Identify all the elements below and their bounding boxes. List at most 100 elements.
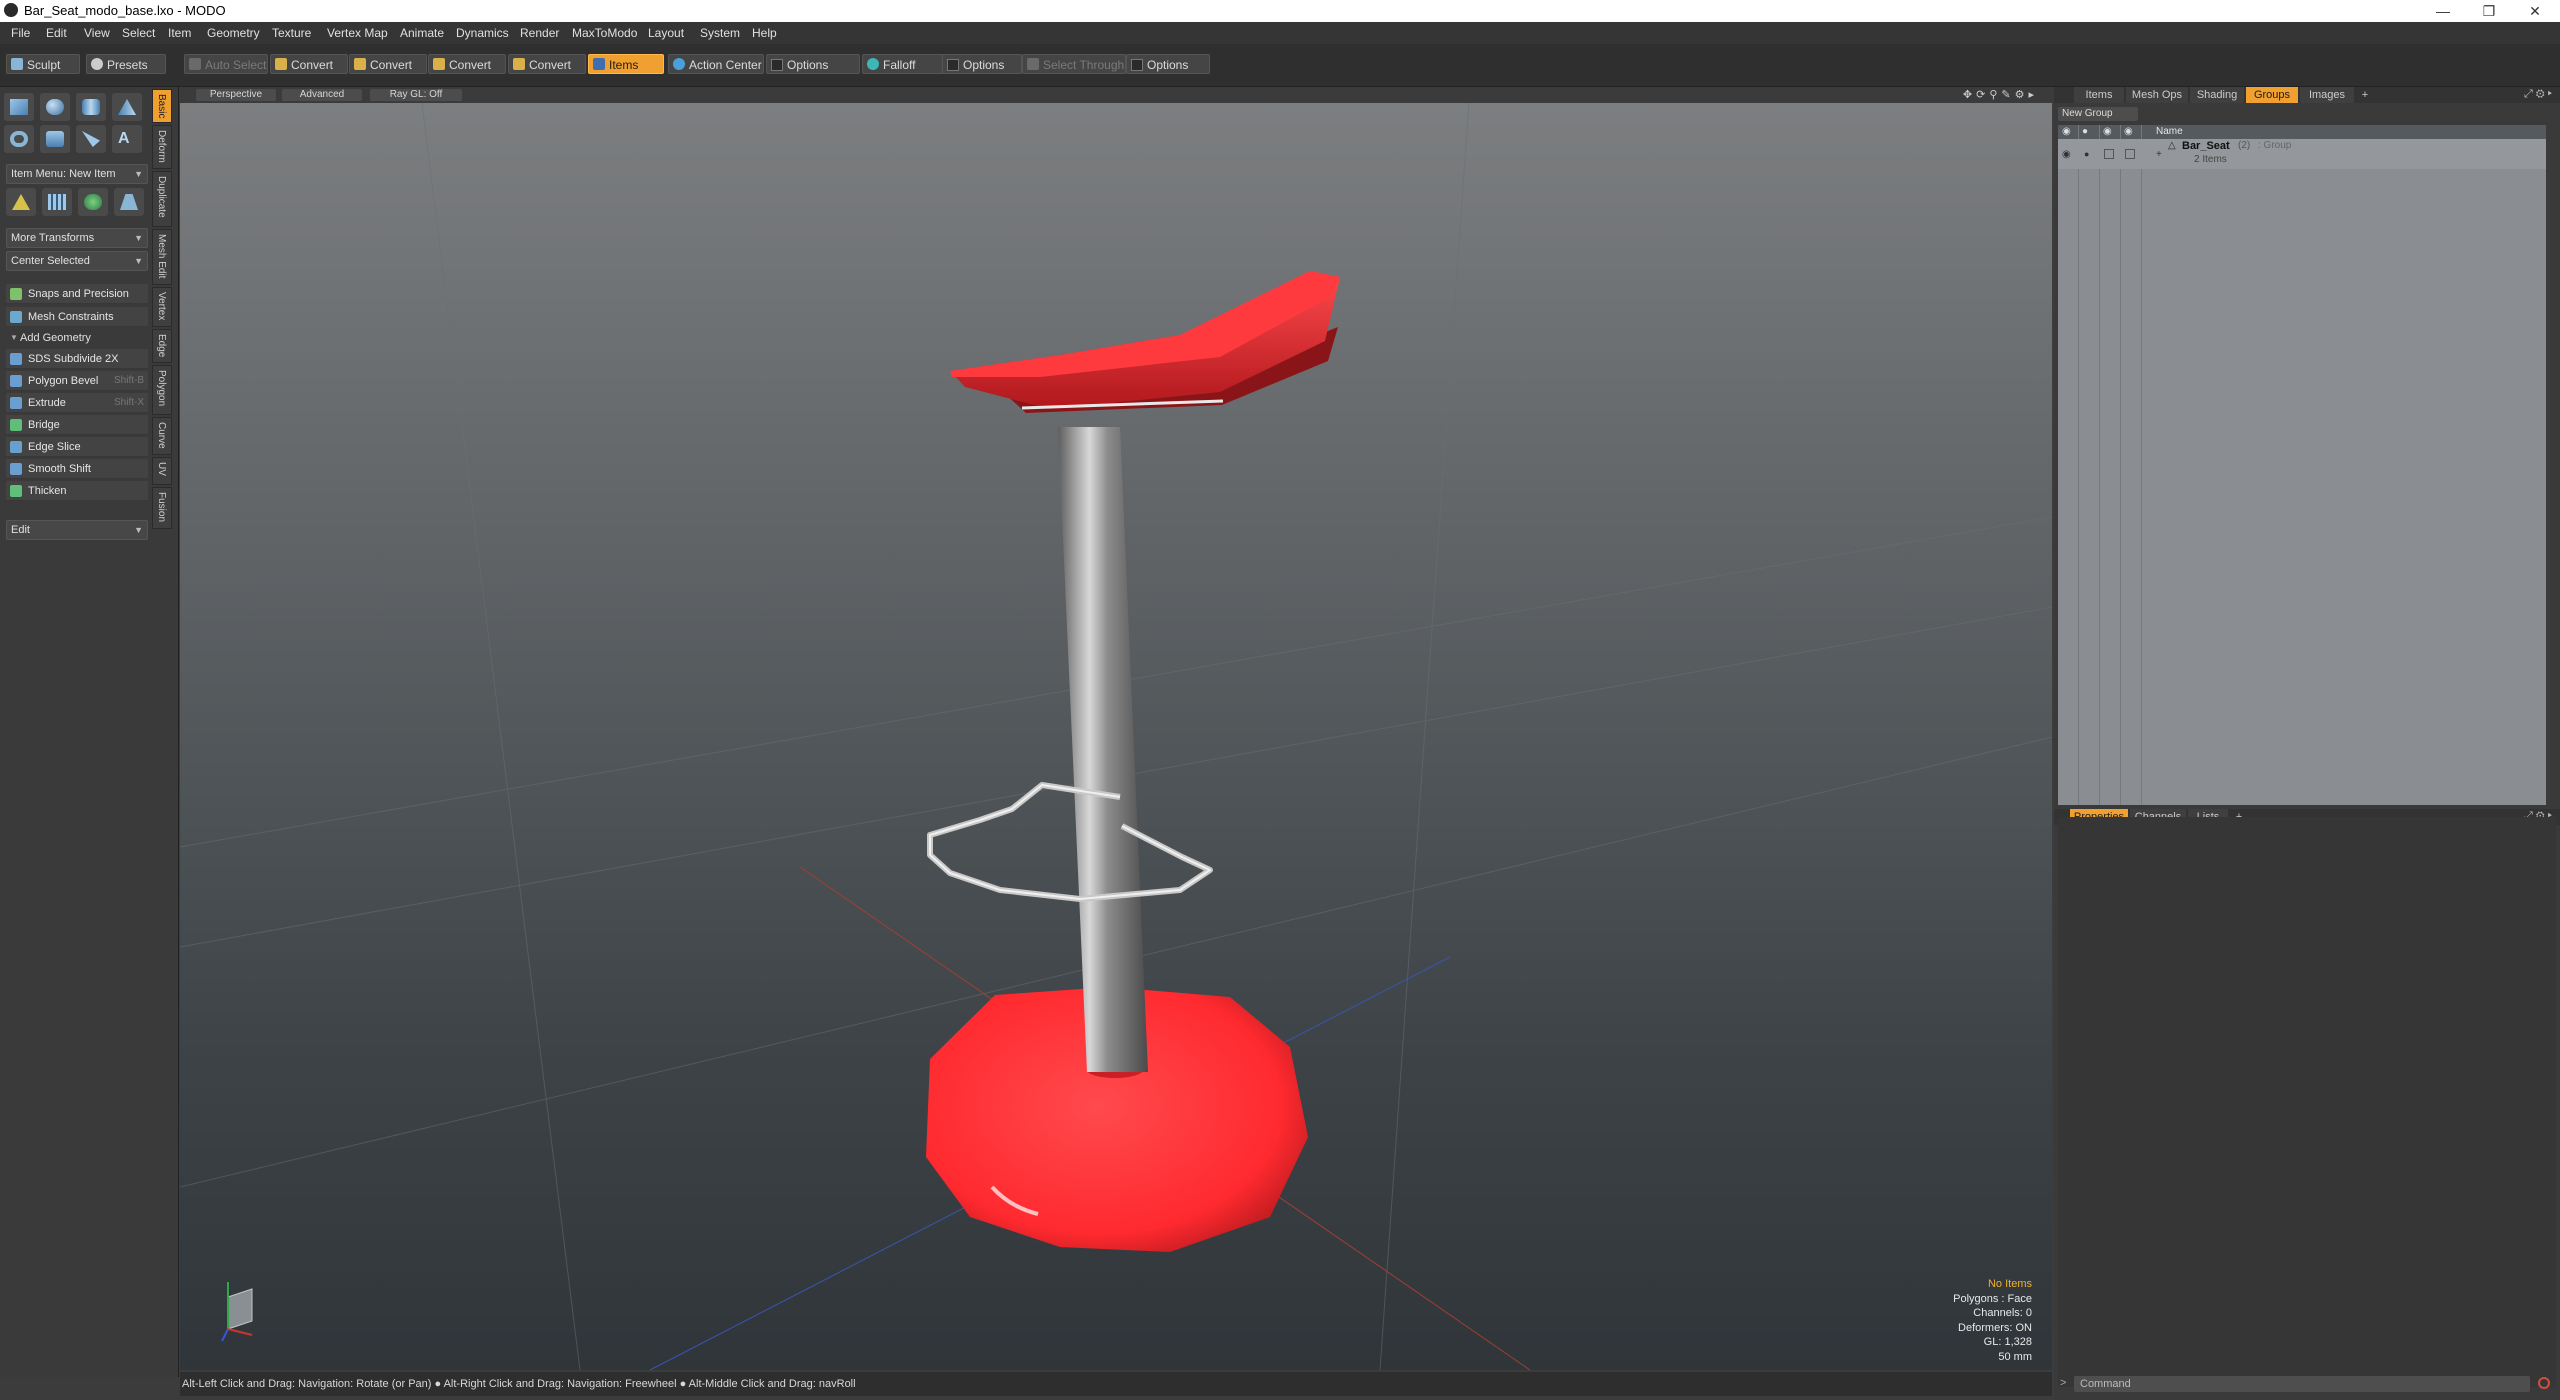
- group-list[interactable]: ◉ ● ◉ ◉ Name ◉ ● + △ Bar_Seat (2) : Grou…: [2058, 125, 2546, 805]
- tab-images[interactable]: Images: [2300, 87, 2354, 103]
- select-toggle-icon[interactable]: [2125, 149, 2135, 159]
- convert-materials-button[interactable]: Convert: [508, 54, 586, 74]
- sculpt-button[interactable]: Sculpt: [6, 54, 80, 74]
- panel-options-icon[interactable]: ⤢ ⚙ ▸: [2524, 88, 2552, 101]
- vtab-fusion[interactable]: Fusion: [152, 487, 172, 529]
- environment-button[interactable]: [78, 188, 108, 216]
- pen-button[interactable]: [76, 125, 106, 153]
- tool-label: Smooth Shift: [28, 463, 91, 475]
- text-button[interactable]: A: [112, 125, 142, 153]
- new-group-button[interactable]: New Group: [2058, 107, 2138, 121]
- tool-bridge[interactable]: Bridge: [6, 415, 148, 435]
- group-row-bar-seat[interactable]: ◉ ● + △ Bar_Seat (2) : Group 2 Items: [2058, 139, 2546, 169]
- raygl-button[interactable]: Ray GL: Off: [370, 89, 462, 101]
- command-input[interactable]: Command: [2074, 1376, 2530, 1392]
- convert-vertices-button[interactable]: Convert: [270, 54, 348, 74]
- tab-items[interactable]: Items: [2074, 87, 2124, 103]
- item-menu-label: Item Menu: New Item: [11, 168, 116, 180]
- tool-sds-subdivide[interactable]: SDS Subdivide 2X: [6, 349, 148, 369]
- menu-render[interactable]: Render: [520, 26, 559, 40]
- camera-button[interactable]: [114, 188, 144, 216]
- add-geometry-header[interactable]: ▼ Add Geometry: [6, 329, 148, 347]
- backdrop-button[interactable]: [42, 188, 72, 216]
- vtab-duplicate[interactable]: Duplicate: [152, 171, 172, 227]
- options-button-3[interactable]: Options: [1126, 54, 1210, 74]
- vtab-edge[interactable]: Edge: [152, 329, 172, 363]
- menu-view[interactable]: View: [84, 26, 110, 40]
- mesh-constraints-button[interactable]: Mesh Constraints: [6, 307, 148, 327]
- name-column-header[interactable]: Name: [2156, 126, 2183, 137]
- tab-mesh-ops[interactable]: Mesh Ops: [2126, 87, 2188, 103]
- shading-advanced-button[interactable]: Advanced: [282, 89, 362, 101]
- viewport-nav-icons[interactable]: ✥⟳⚲✎⚙▸: [1963, 88, 2038, 101]
- menu-edit[interactable]: Edit: [46, 26, 67, 40]
- tab-groups[interactable]: Groups: [2246, 87, 2298, 103]
- command-prompt-icon: >: [2060, 1377, 2067, 1389]
- record-icon[interactable]: [2538, 1377, 2550, 1389]
- torus-button[interactable]: [4, 125, 34, 153]
- convert-polygons-button[interactable]: Convert: [428, 54, 506, 74]
- more-transforms-dropdown[interactable]: More Transforms ▼: [6, 228, 148, 248]
- add-tab-button[interactable]: +: [2356, 87, 2374, 103]
- cube-button[interactable]: [4, 93, 34, 121]
- menu-maxtomodo[interactable]: MaxToModo: [572, 26, 637, 40]
- render-toggle-icon[interactable]: ●: [2084, 149, 2089, 159]
- tool-edge-slice[interactable]: Edge Slice: [6, 437, 148, 457]
- options-button-1[interactable]: Options: [766, 54, 860, 74]
- vtab-curve[interactable]: Curve: [152, 417, 172, 455]
- menu-file[interactable]: File: [11, 26, 30, 40]
- minimize-icon[interactable]: —: [2420, 0, 2466, 22]
- auto-select-button[interactable]: Auto Select: [184, 54, 268, 74]
- lock-toggle-icon[interactable]: [2104, 149, 2114, 159]
- vtab-polygon[interactable]: Polygon: [152, 365, 172, 415]
- vtab-uv[interactable]: UV: [152, 457, 172, 485]
- tool-polygon-bevel[interactable]: Polygon Bevel Shift-B: [6, 371, 148, 391]
- item-menu-dropdown[interactable]: Item Menu: New Item ▼: [6, 164, 148, 184]
- tool-thicken[interactable]: Thicken: [6, 481, 148, 501]
- cylinder-button[interactable]: [76, 93, 106, 121]
- menu-dynamics[interactable]: Dynamics: [456, 26, 509, 40]
- menu-geometry[interactable]: Geometry: [207, 26, 260, 40]
- 3d-viewport[interactable]: No Items Polygons : Face Channels: 0 Def…: [180, 87, 2052, 1370]
- menu-texture[interactable]: Texture: [272, 26, 311, 40]
- menu-system[interactable]: System: [700, 26, 740, 40]
- vtab-deform[interactable]: Deform: [152, 125, 172, 169]
- window-title: Bar_Seat_modo_base.lxo - MODO: [24, 3, 226, 18]
- locator-button[interactable]: [6, 188, 36, 216]
- restore-icon[interactable]: ❐: [2466, 0, 2512, 22]
- falloff-button[interactable]: Falloff: [862, 54, 944, 74]
- action-center-label: Action Center: [689, 58, 762, 72]
- eye-icon[interactable]: ◉: [2062, 149, 2071, 160]
- cube-icon: [10, 99, 28, 115]
- items-mode-button[interactable]: Items: [588, 54, 664, 74]
- snaps-label: Snaps and Precision: [28, 288, 129, 300]
- menu-select[interactable]: Select: [122, 26, 155, 40]
- vtab-basic[interactable]: Basic: [152, 89, 172, 123]
- select-through-button[interactable]: Select Through: [1022, 54, 1126, 74]
- spiral-button[interactable]: [40, 125, 70, 153]
- menu-item[interactable]: Item: [168, 26, 191, 40]
- edge-slice-icon: [10, 441, 22, 453]
- expand-icon[interactable]: +: [2156, 149, 2162, 160]
- snaps-and-precision-button[interactable]: Snaps and Precision: [6, 284, 148, 304]
- tool-smooth-shift[interactable]: Smooth Shift: [6, 459, 148, 479]
- menu-help[interactable]: Help: [752, 26, 777, 40]
- menu-animate[interactable]: Animate: [400, 26, 444, 40]
- edit-dropdown[interactable]: Edit ▼: [6, 520, 148, 540]
- menu-layout[interactable]: Layout: [648, 26, 684, 40]
- vtab-mesh-edit[interactable]: Mesh Edit: [152, 229, 172, 285]
- tool-extrude[interactable]: Extrude Shift-X: [6, 393, 148, 413]
- convert-edges-button[interactable]: Convert: [349, 54, 427, 74]
- options-button-2[interactable]: Options: [942, 54, 1022, 74]
- center-selected-dropdown[interactable]: Center Selected ▼: [6, 251, 148, 271]
- tab-shading[interactable]: Shading: [2190, 87, 2244, 103]
- presets-button[interactable]: Presets: [86, 54, 166, 74]
- cone-button[interactable]: [112, 93, 142, 121]
- view-perspective-button[interactable]: Perspective: [196, 89, 276, 101]
- menu-vertex-map[interactable]: Vertex Map: [327, 26, 388, 40]
- cylinder-icon: [82, 99, 100, 115]
- action-center-button[interactable]: Action Center: [668, 54, 764, 74]
- close-icon[interactable]: ✕: [2512, 0, 2558, 22]
- sphere-button[interactable]: [40, 93, 70, 121]
- vtab-vertex[interactable]: Vertex: [152, 287, 172, 327]
